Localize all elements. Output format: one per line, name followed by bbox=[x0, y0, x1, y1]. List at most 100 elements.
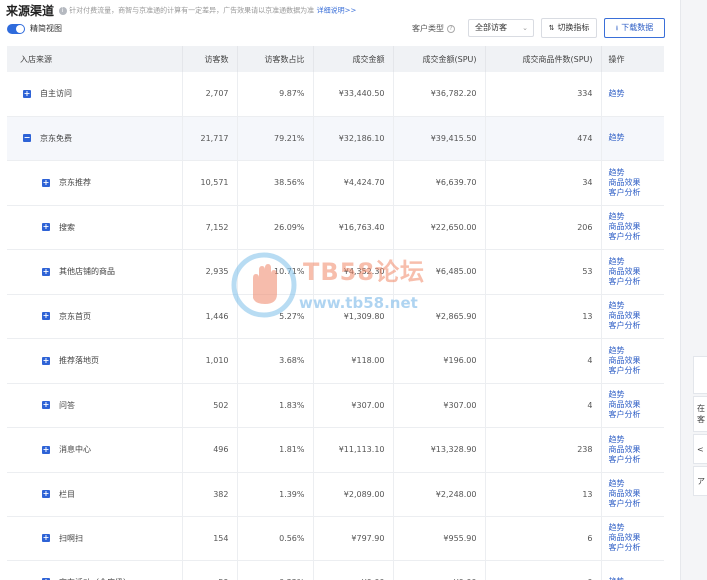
op-link[interactable]: 客户分析 bbox=[609, 410, 657, 420]
op-link[interactable]: 客户分析 bbox=[609, 188, 657, 198]
simple-view-label: 精简视图 bbox=[30, 24, 62, 33]
col-visitors[interactable]: 访客数 bbox=[182, 46, 238, 72]
col-share[interactable]: 访客数占比 bbox=[237, 46, 314, 72]
source-name: 自主访问 bbox=[40, 89, 72, 99]
table-row: + 问答 502 1.83% ¥307.00 ¥307.00 4 趋势 商品效果 客户分析 bbox=[7, 383, 664, 428]
customer-type-text: 客户类型 bbox=[412, 24, 444, 33]
op-link[interactable]: 趋势 bbox=[609, 479, 657, 489]
side-glyph-2: 客 bbox=[697, 415, 705, 424]
table-row: + 扫啊扫 154 0.56% ¥797.90 ¥955.90 6 趋势 商品效果 客户分析 bbox=[7, 516, 664, 561]
source-cell: +京东活动（全店级） bbox=[7, 560, 183, 580]
op-link[interactable]: 商品效果 bbox=[609, 222, 657, 232]
op-link[interactable]: 趋势 bbox=[609, 346, 657, 356]
op-link[interactable]: 客户分析 bbox=[609, 366, 657, 376]
ops-cell: 趋势 商品效果 客户分析 bbox=[601, 516, 664, 561]
simple-view-toggle[interactable] bbox=[7, 24, 25, 34]
op-link[interactable]: 趋势 bbox=[609, 133, 657, 143]
units-cell: 334 bbox=[485, 72, 602, 117]
col-amount-spu[interactable]: 成交金额(SPU) bbox=[393, 46, 486, 72]
source-name: 扫啊扫 bbox=[59, 533, 83, 543]
expand-plus-icon[interactable]: + bbox=[42, 356, 50, 365]
op-link[interactable]: 客户分析 bbox=[609, 499, 657, 509]
table-header: 入店来源 访客数 访客数占比 成交金额 成交金额(SPU) 成交商品件数(SPU… bbox=[7, 46, 664, 72]
source-name: 京东推荐 bbox=[59, 178, 91, 187]
ops-cell: 趋势 商品效果 客户分析 bbox=[601, 338, 664, 384]
side-widget-service[interactable]: 在 客 bbox=[693, 396, 707, 432]
share-cell: 3.68% bbox=[237, 338, 314, 384]
op-link[interactable]: 商品效果 bbox=[609, 178, 657, 188]
side-glyph-3: < bbox=[697, 445, 704, 454]
expand-plus-icon[interactable]: + bbox=[42, 445, 50, 454]
side-collapse-button[interactable]: < bbox=[693, 434, 707, 464]
amount-spu-cell: ¥6,485.00 bbox=[393, 249, 486, 295]
expand-plus-icon[interactable]: + bbox=[42, 223, 50, 231]
op-link[interactable]: 趋势 bbox=[609, 435, 657, 445]
side-top-button[interactable]: ア bbox=[693, 466, 707, 496]
download-button[interactable]: ⭳ 下载数据 bbox=[604, 18, 665, 38]
side-widget-blank[interactable] bbox=[693, 356, 707, 394]
op-link[interactable]: 商品效果 bbox=[609, 533, 657, 543]
op-link[interactable]: 趋势 bbox=[609, 257, 657, 267]
expand-plus-icon[interactable]: + bbox=[42, 490, 50, 498]
detail-link[interactable]: 详细说明>> bbox=[317, 7, 357, 15]
amount-spu-cell: ¥13,328.90 bbox=[393, 427, 486, 473]
op-link[interactable]: 客户分析 bbox=[609, 543, 657, 553]
download-label: 下载数据 bbox=[621, 23, 654, 32]
source-name: 推荐落地页 bbox=[59, 356, 99, 365]
source-cell: + 消息中心 bbox=[7, 427, 183, 473]
op-link[interactable]: 趋势 bbox=[609, 390, 657, 400]
expand-plus-icon[interactable]: + bbox=[42, 178, 50, 187]
units-cell: 13 bbox=[485, 294, 602, 339]
col-source[interactable]: 入店来源 bbox=[7, 46, 183, 72]
op-link[interactable]: 客户分析 bbox=[609, 321, 657, 331]
op-link[interactable]: 商品效果 bbox=[609, 400, 657, 410]
source-cell: − 京东免费 bbox=[7, 116, 183, 161]
expand-plus-icon[interactable]: + bbox=[42, 312, 50, 320]
expand-plus-icon[interactable]: + bbox=[23, 89, 31, 98]
amount-cell: ¥16,763.40 bbox=[313, 205, 394, 250]
op-link[interactable]: 商品效果 bbox=[609, 356, 657, 366]
amount-cell: ¥32,186.10 bbox=[313, 116, 394, 161]
collapse-minus-icon[interactable]: − bbox=[23, 134, 31, 142]
share-cell: 1.39% bbox=[237, 472, 314, 517]
share-cell: 10.71% bbox=[237, 249, 314, 295]
op-link[interactable]: 商品效果 bbox=[609, 311, 657, 321]
op-link[interactable]: 客户分析 bbox=[609, 455, 657, 465]
col-units[interactable]: 成交商品件数(SPU) bbox=[485, 46, 602, 72]
source-name: 搜索 bbox=[59, 222, 75, 232]
source-name: 京东首页 bbox=[59, 311, 91, 321]
amount-cell: ¥0.00 bbox=[313, 560, 394, 580]
table-row: + 搜索 7,152 26.09% ¥16,763.40 ¥22,650.00 206 趋势商… bbox=[7, 205, 664, 250]
expand-plus-icon[interactable]: + bbox=[42, 534, 50, 542]
amount-cell: ¥4,352.30 bbox=[313, 249, 394, 295]
units-cell: 4 bbox=[485, 338, 602, 384]
customer-type-select[interactable]: 全部访客 ⌄ bbox=[468, 19, 534, 37]
op-link[interactable]: 商品效果 bbox=[609, 445, 657, 455]
customer-select-value: 全部访客 bbox=[475, 23, 507, 32]
op-link[interactable]: 趋势 bbox=[609, 212, 657, 222]
op-link[interactable]: 商品效果 bbox=[609, 267, 657, 277]
op-link[interactable]: 客户分析 bbox=[609, 277, 657, 287]
question-icon[interactable]: ? bbox=[447, 24, 455, 33]
visitors-cell: 382 bbox=[182, 472, 238, 517]
table-row: + 京东首页 1,446 5.27% ¥1,309.80 ¥2,865.90 13 趋势 商品效… bbox=[7, 294, 664, 339]
source-name: 栏目 bbox=[59, 489, 75, 499]
op-link[interactable]: 趋势 bbox=[609, 89, 657, 99]
units-cell: 206 bbox=[485, 205, 602, 250]
expand-plus-icon[interactable]: + bbox=[42, 401, 50, 409]
source-name: 其他店铺的商品 bbox=[59, 267, 115, 276]
units-cell: 0 bbox=[485, 560, 602, 580]
table-row: + 推荐落地页 1,010 3.68% ¥118.00 ¥196.00 4 趋势 商品效果 客户分… bbox=[7, 338, 664, 384]
expand-plus-icon[interactable]: + bbox=[42, 267, 50, 276]
source-name: 消息中心 bbox=[59, 445, 91, 454]
side-glyph-1: 在 bbox=[697, 404, 705, 413]
op-link[interactable]: 客户分析 bbox=[609, 232, 657, 242]
units-cell: 13 bbox=[485, 472, 602, 517]
op-link[interactable]: 趋势 bbox=[609, 523, 657, 533]
op-link[interactable]: 趋势 bbox=[609, 301, 657, 311]
op-link[interactable]: 趋势 bbox=[609, 168, 657, 178]
op-link[interactable]: 商品效果 bbox=[609, 489, 657, 499]
switch-metric-button[interactable]: ⇅ 切换指标 bbox=[541, 18, 597, 38]
col-amount[interactable]: 成交金额 bbox=[313, 46, 394, 72]
source-cell: + 自主访问 bbox=[7, 72, 183, 117]
